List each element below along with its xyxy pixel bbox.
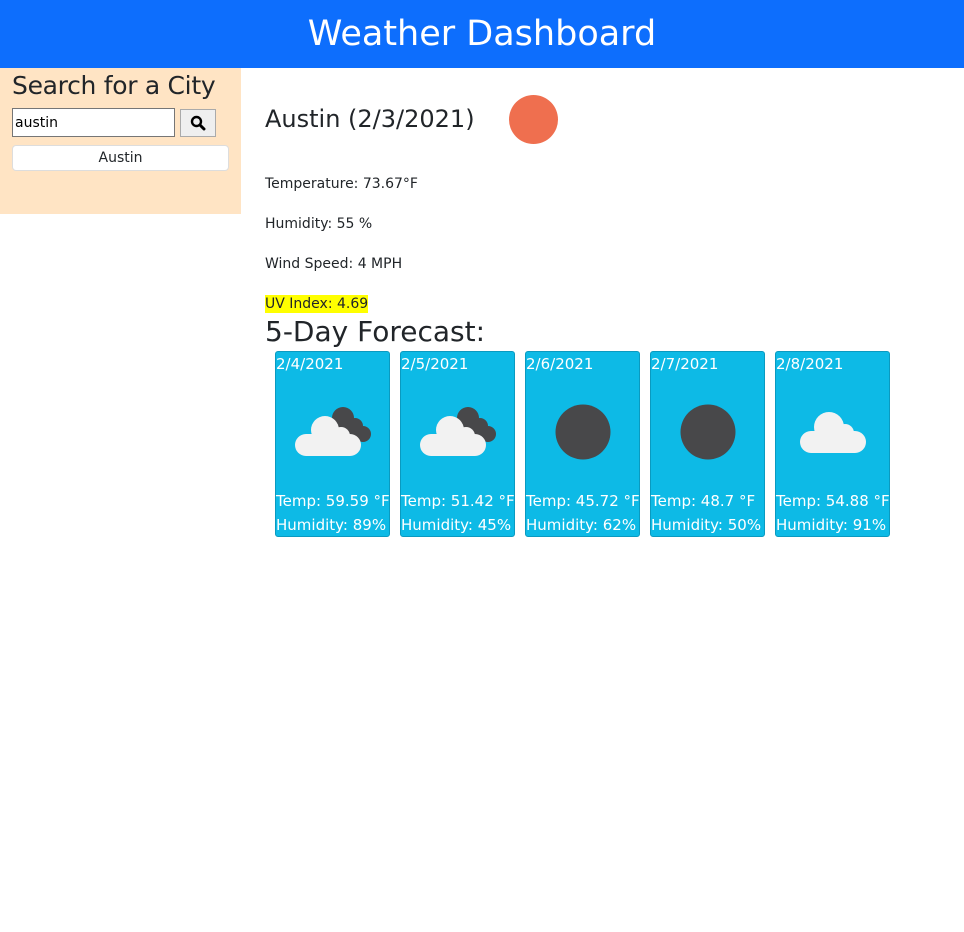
forecast-date: 2/4/2021 — [276, 355, 344, 373]
forecast-temp: Temp: 48.7 °F — [651, 492, 756, 510]
forecast-date: 2/8/2021 — [776, 355, 844, 373]
forecast-card: 2/4/2021 Temp: 59.59 °F Humidity: 89% — [275, 351, 390, 537]
forecast-humidity: Humidity: 50% — [651, 516, 762, 534]
forecast-temp: Temp: 54.88 °F — [776, 492, 890, 510]
cloud-icon — [799, 412, 866, 453]
app-header: Weather Dashboard — [0, 0, 964, 68]
page-title: Weather Dashboard — [307, 14, 657, 54]
night-clear-icon — [680, 404, 735, 460]
forecast-title: 5-Day Forecast: — [265, 315, 486, 348]
uv-index-badge: UV Index: 4.69 — [265, 295, 369, 313]
forecast-humidity: Humidity: 45% — [401, 516, 512, 534]
broken-clouds-icon — [294, 407, 371, 456]
forecast-date: 2/7/2021 — [651, 355, 719, 373]
forecast-temp: Temp: 45.72 °F — [526, 492, 640, 510]
forecast-card: 2/8/2021 Temp: 54.88 °F Humidity: 91% — [775, 351, 890, 537]
current-temperature: Temperature: 73.67°F — [265, 176, 418, 192]
current-city-title: Austin (2/3/2021) — [265, 105, 475, 133]
clear-sun-icon — [508, 94, 558, 144]
forecast-humidity: Humidity: 89% — [276, 516, 387, 534]
forecast-date: 2/6/2021 — [526, 355, 594, 373]
forecast-card: 2/7/2021 Temp: 48.7 °F Humidity: 50% — [650, 351, 765, 537]
search-button[interactable] — [180, 108, 216, 137]
forecast-cards: 2/4/2021 Temp: 59.59 °F Humidity: 89% 2/… — [275, 351, 964, 537]
night-clear-icon — [555, 404, 610, 460]
search-sidebar: Search for a City Austin — [0, 68, 241, 214]
search-title: Search for a City — [12, 71, 216, 100]
history-city-button[interactable]: Austin — [12, 145, 229, 171]
current-wind-speed: Wind Speed: 4 MPH — [265, 256, 403, 272]
forecast-card: 2/5/2021 Temp: 51.42 °F Humidity: 45% — [400, 351, 515, 537]
main-content: Austin (2/3/2021) Temperature: 73.67°F H… — [241, 68, 964, 537]
forecast-humidity: Humidity: 62% — [526, 516, 637, 534]
current-humidity: Humidity: 55 % — [265, 216, 373, 232]
forecast-date: 2/5/2021 — [401, 355, 469, 373]
forecast-temp: Temp: 51.42 °F — [401, 492, 515, 510]
forecast-temp: Temp: 59.59 °F — [276, 492, 390, 510]
forecast-card: 2/6/2021 Temp: 45.72 °F Humidity: 62% — [525, 351, 640, 537]
search-icon — [190, 115, 206, 130]
city-search-input[interactable] — [12, 108, 175, 137]
broken-clouds-icon — [419, 407, 496, 456]
forecast-humidity: Humidity: 91% — [776, 516, 887, 534]
